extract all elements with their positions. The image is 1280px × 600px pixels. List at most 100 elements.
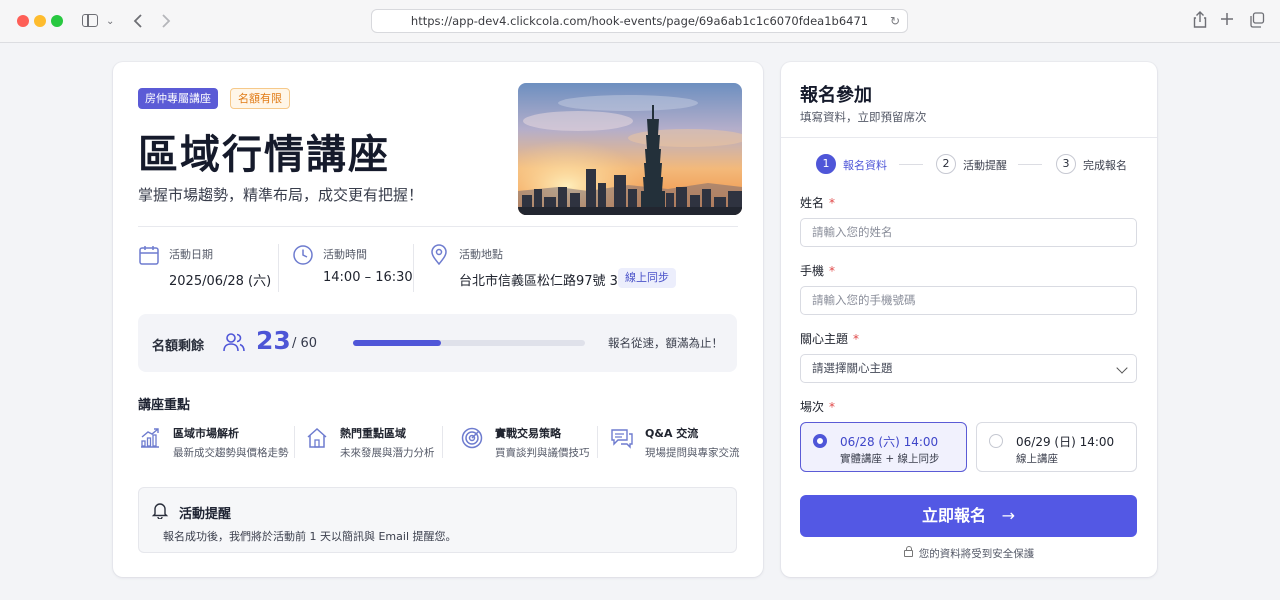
session-option-0628[interactable]: 06/28 (六) 14:00 實體講座 + 線上同步 [800,422,967,472]
required-mark: * [853,332,860,346]
session-date: 06/28 (六) 14:00 [840,435,939,449]
phone-input[interactable]: 請輸入您的手機號碼 [800,286,1137,315]
step-number: 1 [816,154,836,174]
session-label-text: 場次 [800,400,825,414]
phone-label-text: 手機 [800,264,825,278]
required-mark: * [829,196,836,210]
home-icon [307,427,327,448]
quota-panel: 名額剩餘 23 / 60 報名從速，額滿為止！ [138,314,737,372]
header-divider [138,226,738,227]
topic-field-label: 關心主題 * [800,330,859,347]
step-label: 完成報名 [1083,159,1127,172]
target-icon [461,427,483,449]
address-bar[interactable]: https://app-dev4.clickcola.com/hook-even… [371,9,908,33]
highlight-desc: 現場提問與專家交流 [645,447,740,459]
step-label: 報名資料 [843,159,887,172]
forward-icon[interactable] [160,13,172,29]
date-value: 2025/06/28 (六) [169,274,272,289]
radio-selected[interactable] [813,434,827,448]
quota-progress-bar [353,340,585,346]
quota-remaining: 23 [256,326,291,355]
register-button-label: 立即報名 [922,506,987,525]
step-number: 3 [1056,154,1076,174]
form-subtitle: 填寫資料，立即預留席次 [800,110,927,124]
tab-overview-icon[interactable] [1249,12,1265,28]
security-note: 您的資料將受到安全保護 [781,546,1157,561]
arrow-right-icon: → [1001,506,1015,525]
browser-toolbar: ⌄ https://app-dev4.clickcola.com/hook-ev… [0,0,1280,43]
minimize-window-button[interactable] [34,15,46,27]
topic-label-text: 關心主題 [800,332,849,346]
clock-icon [293,245,313,265]
highlight-title: Q&A 交流 [645,427,699,440]
event-subtitle: 掌握市場趨勢，精準布局，成交更有把握！ [138,186,424,204]
chevron-down-icon [1116,362,1128,374]
step-number: 2 [936,154,956,174]
registration-card: 報名參加 填寫資料，立即預留席次 1 報名資料 2 活動提醒 3 完成報名 姓名… [781,62,1157,577]
maximize-window-button[interactable] [51,15,63,27]
reminder-box: 活動提醒 報名成功後，我們將於活動前 1 天以簡訊與 Email 提醒您。 [138,487,737,553]
info-separator [413,244,414,292]
chat-icon [611,429,633,449]
quota-progress-fill [353,340,442,346]
highlight-separator [294,426,295,458]
register-button[interactable]: 立即報名 → [800,495,1137,537]
phone-field-label: 手機 * [800,262,835,279]
highlight-separator [442,426,443,458]
location-label: 活動地點 [459,248,503,261]
highlight-desc: 買賣談判與議價技巧 [495,447,590,459]
quota-total: / 60 [292,336,318,351]
close-window-button[interactable] [17,15,29,27]
highlights-title: 講座重點 [138,398,191,413]
step-label: 活動提醒 [963,159,1007,172]
reminder-text: 報名成功後，我們將於活動前 1 天以簡訊與 Email 提醒您。 [163,530,457,543]
session-date: 06/29 (日) 14:00 [1016,435,1115,449]
required-mark: * [829,264,836,278]
step-connector [1018,164,1042,165]
online-sync-badge: 線上同步 [618,268,676,288]
calendar-icon [139,246,159,265]
info-separator [278,244,279,292]
time-value: 14:00 – 16:30 [323,270,413,285]
highlight-separator [597,426,598,458]
highlight-title: 區域市場解析 [173,427,239,440]
radio-unselected[interactable] [989,434,1003,448]
session-type: 實體講座 + 線上同步 [840,453,940,465]
session-option-0629[interactable]: 06/29 (日) 14:00 線上講座 [976,422,1137,472]
reload-icon[interactable]: ↻ [890,10,900,32]
location-value: 台北市信義區松仁路97號 3F [459,274,626,289]
quota-note: 報名從速，額滿為止！ [608,336,723,350]
back-icon[interactable] [132,13,144,29]
step-connector [899,164,923,165]
highlight-desc: 未來發展與潛力分析 [340,447,435,459]
bell-icon [151,503,169,519]
session-type: 線上講座 [1016,453,1058,465]
location-pin-icon [431,244,447,266]
city-skyline-image [518,83,742,215]
form-divider [781,137,1157,138]
name-input[interactable]: 請輸入您的姓名 [800,218,1137,247]
chevron-down-icon[interactable]: ⌄ [106,12,114,32]
highlight-title: 熱門重點區域 [340,427,406,440]
lock-icon [903,546,913,557]
new-tab-icon[interactable] [1220,12,1234,26]
share-icon[interactable] [1193,11,1207,29]
topic-select[interactable]: 請選擇關心主題 [800,354,1137,383]
name-field-label: 姓名 * [800,194,835,211]
event-title: 區域行情講座 [138,132,390,178]
highlight-title: 實戰交易策略 [495,427,561,440]
quota-label: 名額剩餘 [152,339,205,354]
name-label-text: 姓名 [800,196,825,210]
sidebar-toggle-icon[interactable] [82,14,98,27]
tag-agent-exclusive: 房仲專屬講座 [138,88,218,109]
topic-select-value: 請選擇關心主題 [812,361,893,375]
event-info-card: 房仲專屬講座 名額有限 區域行情講座 掌握市場趨勢，精準布局，成交更有把握！ 活… [113,62,763,577]
date-label: 活動日期 [169,248,213,261]
url-text: https://app-dev4.clickcola.com/hook-even… [410,14,869,28]
required-mark: * [829,400,836,414]
chart-up-icon [141,428,159,448]
users-icon [223,333,245,352]
form-title: 報名參加 [800,85,872,106]
reminder-title: 活動提醒 [179,507,232,522]
highlight-desc: 最新成交趨勢與價格走勢 [173,447,289,459]
